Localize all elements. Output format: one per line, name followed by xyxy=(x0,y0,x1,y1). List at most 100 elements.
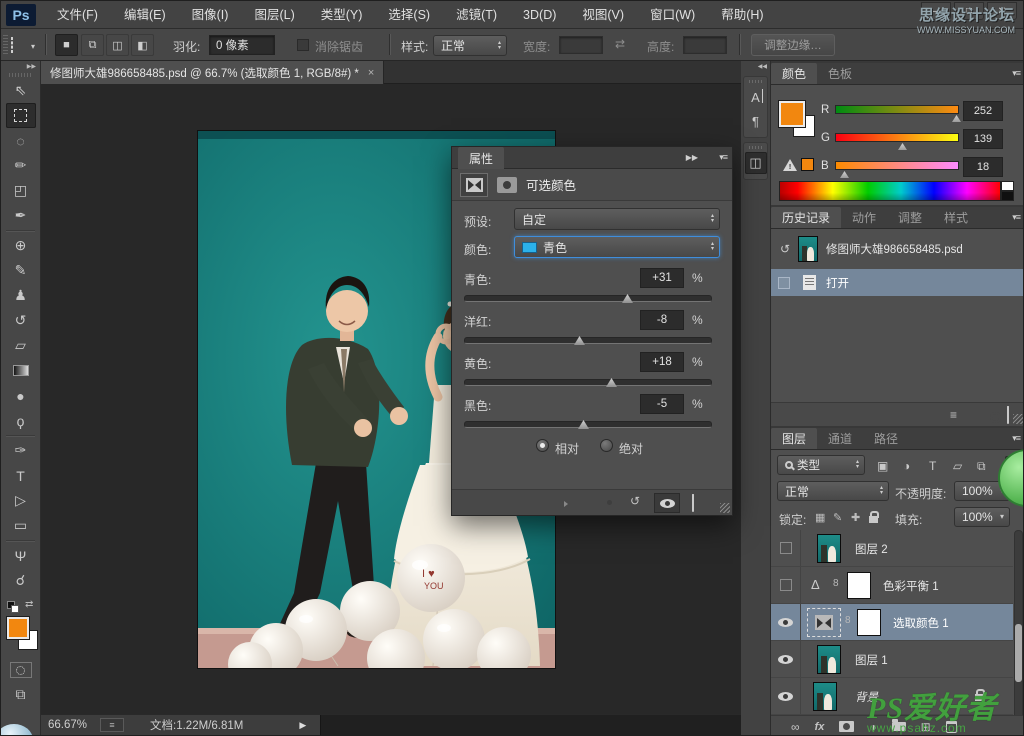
add-selection-button[interactable]: ⧉ xyxy=(81,34,104,56)
b-slider-thumb[interactable] xyxy=(840,171,849,178)
history-snapshot-row[interactable]: ↺ 修图师大雄986658485.psd xyxy=(771,233,1024,265)
layer-thumbnail[interactable] xyxy=(813,682,837,711)
magenta-slider[interactable] xyxy=(464,337,712,344)
marquee-preset-icon[interactable] xyxy=(11,38,13,52)
history-brush-source-icon[interactable]: ↺ xyxy=(776,242,794,256)
preset-dropdown[interactable]: 自定 xyxy=(514,208,720,230)
r-value-input[interactable]: 252 xyxy=(963,101,1003,121)
layer-thumbnail[interactable] xyxy=(817,645,841,674)
menu-file[interactable]: 文件(F) xyxy=(44,1,111,29)
selective-color-icon[interactable] xyxy=(807,608,841,637)
preset-caret-icon[interactable]: ▾ xyxy=(31,42,35,51)
gradient-tool[interactable] xyxy=(6,358,36,383)
minimize-button[interactable]: — xyxy=(921,2,951,20)
filter-pixel-layers-icon[interactable]: ▣ xyxy=(877,459,888,473)
gamut-warning-icon[interactable]: ! xyxy=(783,159,797,171)
yellow-slider-thumb[interactable] xyxy=(606,378,617,387)
zoom-level[interactable]: 66.67% xyxy=(48,719,87,731)
intersect-selection-button[interactable]: ◧ xyxy=(131,34,154,56)
delete-state-icon[interactable] xyxy=(1007,409,1009,423)
character-panel-icon[interactable]: A xyxy=(745,86,767,108)
new-group-icon[interactable] xyxy=(892,722,906,731)
quick-mask-button[interactable] xyxy=(10,662,32,678)
absolute-radio[interactable] xyxy=(600,439,613,452)
b-slider[interactable] xyxy=(835,161,959,170)
panel-menu-icon[interactable]: ▾≡ xyxy=(1012,68,1020,79)
layer-row-layer2[interactable]: 图层 2 xyxy=(771,530,1013,567)
resize-grip[interactable] xyxy=(720,503,730,513)
tab-channels[interactable]: 通道 xyxy=(817,428,863,449)
tab-properties[interactable]: 属性 xyxy=(458,147,504,169)
blend-mode-dropdown[interactable]: 正常 xyxy=(777,481,889,501)
filter-type-layers-icon[interactable]: T xyxy=(929,459,936,473)
g-slider[interactable] xyxy=(835,133,959,142)
lock-all-icon[interactable] xyxy=(869,516,878,523)
visibility-toggle[interactable] xyxy=(771,604,801,640)
b-value-input[interactable]: 18 xyxy=(963,157,1003,177)
properties-header[interactable]: 属性 ▶▶ ▾≡ xyxy=(452,147,732,169)
layer-style-icon[interactable]: fx xyxy=(815,721,825,733)
toolbar-grip[interactable] xyxy=(9,73,32,77)
dock-grip[interactable] xyxy=(749,146,762,149)
menu-edit[interactable]: 编辑(E) xyxy=(111,1,179,29)
menu-window[interactable]: 窗口(W) xyxy=(637,1,708,29)
mask-link-icon[interactable]: 8 xyxy=(833,578,839,589)
visibility-toggle[interactable] xyxy=(771,567,801,603)
link-layers-icon[interactable]: ∞ xyxy=(791,720,800,734)
toggle-visibility-button[interactable] xyxy=(654,493,680,513)
delete-layer-icon[interactable] xyxy=(946,721,957,733)
menu-filter[interactable]: 滤镜(T) xyxy=(443,1,510,29)
r-slider-thumb[interactable] xyxy=(952,115,961,122)
history-step-open-row[interactable]: 打开 xyxy=(771,269,1024,296)
lock-transparency-icon[interactable]: ▦ xyxy=(815,511,825,524)
cyan-slider-thumb[interactable] xyxy=(622,294,633,303)
pen-tool[interactable]: ✑ xyxy=(6,438,36,463)
new-selection-button[interactable]: ■ xyxy=(55,34,78,56)
layer-mask-thumbnail[interactable] xyxy=(857,609,881,636)
layers-scrollbar-thumb[interactable] xyxy=(1015,624,1022,682)
relative-radio[interactable] xyxy=(536,439,549,452)
status-expand-icon[interactable]: ▶ xyxy=(299,720,306,731)
new-layer-icon[interactable]: ⊞ xyxy=(921,720,931,734)
feather-input[interactable]: 0 像素 xyxy=(209,35,275,55)
zoom-tool[interactable]: ☌ xyxy=(6,568,36,593)
cyan-slider[interactable] xyxy=(464,295,712,302)
screen-mode-button[interactable]: ⧉ xyxy=(10,686,32,703)
spectrum-white-swatch[interactable] xyxy=(1001,181,1014,191)
style-dropdown[interactable]: 正常 xyxy=(433,35,507,56)
foreground-color-swatch[interactable] xyxy=(779,101,805,127)
rectangle-tool[interactable]: ▭ xyxy=(6,513,36,538)
tab-color[interactable]: 颜色 xyxy=(771,63,817,84)
subtract-selection-button[interactable]: ◫ xyxy=(106,34,129,56)
tab-adjustments[interactable]: 调整 xyxy=(887,207,933,228)
hand-tool[interactable]: Ψ xyxy=(6,543,36,568)
restore-button[interactable]: □ xyxy=(954,2,984,20)
black-slider-thumb[interactable] xyxy=(578,420,589,429)
eraser-tool[interactable]: ▱ xyxy=(6,333,36,358)
layer-row-layer1[interactable]: 图层 1 xyxy=(771,641,1013,678)
panel-menu-icon[interactable]: ▾≡ xyxy=(1012,433,1020,444)
menu-help[interactable]: 帮助(H) xyxy=(708,1,776,29)
document-tab[interactable]: 修图师大雄986658485.psd @ 66.7% (选取颜色 1, RGB/… xyxy=(41,61,384,84)
eyedropper-tool[interactable]: ✒ xyxy=(6,203,36,228)
swap-dimensions-icon[interactable]: ⇄ xyxy=(615,37,625,51)
type-tool[interactable]: T xyxy=(6,463,36,488)
tab-styles[interactable]: 样式 xyxy=(933,207,979,228)
paragraph-panel-icon[interactable]: ¶ xyxy=(745,110,767,132)
spectrum-black-swatch[interactable] xyxy=(1001,191,1014,201)
antialias-checkbox[interactable] xyxy=(297,39,309,51)
selective-color-badge-icon[interactable] xyxy=(460,173,488,197)
black-value-input[interactable]: -5 xyxy=(640,394,684,414)
tab-paths[interactable]: 路径 xyxy=(863,428,909,449)
properties-panel-icon[interactable]: ◫ xyxy=(745,152,767,174)
yellow-value-input[interactable]: +18 xyxy=(640,352,684,372)
spot-healing-brush-tool[interactable]: ⊕ xyxy=(6,233,36,258)
menu-3d[interactable]: 3D(D) xyxy=(510,1,569,29)
menu-layer[interactable]: 图层(L) xyxy=(241,1,307,29)
menu-type[interactable]: 类型(Y) xyxy=(308,1,376,29)
refine-edge-button[interactable]: 调整边缘… xyxy=(751,34,835,56)
black-slider[interactable] xyxy=(464,421,712,428)
color-spectrum-bar[interactable] xyxy=(779,181,1001,201)
lasso-tool[interactable]: ◌ xyxy=(6,128,36,153)
mask-badge-icon[interactable] xyxy=(497,177,517,193)
